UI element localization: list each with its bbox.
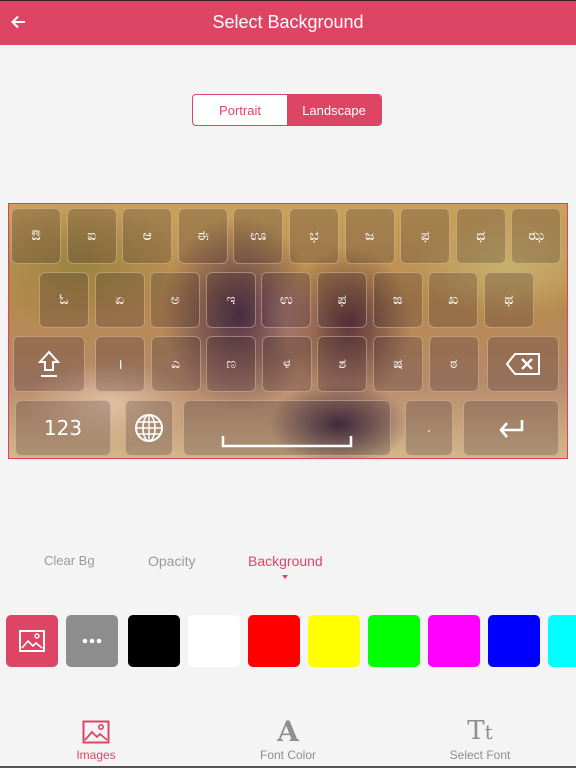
key[interactable]: ಶ [317, 336, 368, 392]
shift-key[interactable] [13, 336, 85, 392]
key-label: ಜ [364, 228, 375, 244]
key-label: ಧ [476, 228, 486, 244]
key[interactable]: ಧ [455, 208, 506, 264]
key[interactable]: ಐ [66, 208, 117, 264]
key-label: ಙ [392, 292, 403, 308]
key[interactable]: ಇ [205, 272, 256, 328]
color-swatch[interactable] [188, 615, 240, 667]
key[interactable]: ಓ [39, 272, 89, 328]
enter-key[interactable] [463, 400, 559, 456]
key[interactable]: ಉ [261, 272, 312, 328]
key-label: ಳ [282, 356, 291, 372]
key-label: ಶ [338, 356, 347, 372]
key-label: ಠ [449, 356, 458, 372]
portrait-option[interactable]: Portrait [193, 95, 287, 125]
key[interactable]: ಭ [289, 208, 339, 264]
top-app-bar: Select Background [0, 0, 576, 45]
key[interactable]: ಙ [372, 272, 423, 328]
tab-clear-bg[interactable]: Clear Bg [44, 553, 95, 568]
key-label: ಭ [309, 228, 319, 244]
key[interactable]: ಠ [428, 336, 479, 392]
key-label: 123 [43, 416, 83, 440]
key-label: ಓ [59, 292, 69, 308]
active-tab-caret [282, 575, 289, 579]
key-label: ಉ [279, 292, 293, 308]
key-label: ಈ [196, 228, 209, 244]
key-label: ಇ [226, 292, 236, 308]
space-bar-icon [221, 436, 353, 448]
key[interactable]: ಥ [483, 272, 534, 328]
key-label: ಖ [448, 292, 459, 308]
color-swatch[interactable] [368, 615, 420, 667]
key[interactable]: ಫ [317, 272, 367, 328]
image-icon [19, 630, 45, 652]
tab-opacity[interactable]: Opacity [148, 553, 195, 569]
key-label: ಏ [115, 292, 125, 308]
backspace-key[interactable] [487, 336, 559, 392]
key[interactable]: ಳ [261, 336, 312, 392]
key-label: ಷ [393, 356, 403, 372]
tab-background[interactable]: Background [248, 553, 323, 579]
key-label: . [427, 421, 431, 435]
shift-icon [37, 350, 61, 377]
key[interactable]: ಜ [344, 208, 395, 264]
color-swatch[interactable] [488, 615, 540, 667]
color-swatch[interactable] [308, 615, 360, 667]
globe-icon [135, 414, 163, 442]
key[interactable]: ಷ [373, 336, 423, 392]
nav-font-color-label: Font Color [259, 748, 317, 762]
key[interactable]: ಆ [122, 208, 173, 264]
key-label: ಊ [250, 228, 267, 244]
page-title: Select Background [212, 12, 364, 32]
backspace-icon [506, 353, 540, 375]
period-key[interactable]: . [405, 400, 453, 456]
key-label: ಔ [31, 228, 41, 244]
key[interactable]: ಝ [511, 208, 562, 264]
key-label: ಣ [226, 356, 237, 372]
space-key[interactable] [183, 400, 391, 456]
key-label: ಅ [170, 292, 180, 308]
key-label: ಫ [420, 228, 430, 244]
enter-icon [499, 420, 524, 438]
nav-images[interactable]: Images [36, 715, 156, 765]
key[interactable]: ಔ [11, 208, 61, 264]
key-label: ಐ [87, 228, 97, 244]
nav-select-font-label: Select Font [449, 748, 511, 762]
key[interactable]: ಖ [428, 272, 479, 328]
image-icon [82, 720, 110, 744]
key[interactable]: । [95, 336, 145, 392]
settings-tabs: Clear Bg Opacity Background [0, 553, 576, 583]
key[interactable]: ಫ [400, 208, 451, 264]
key-label: ಆ [142, 228, 152, 244]
pick-image-button[interactable] [6, 615, 58, 667]
color-swatch[interactable] [548, 615, 576, 667]
key-label: ಥ [504, 292, 514, 308]
keyboard-preview: ಔ ಐ ಆ ಈ ಊ ಭ ಜ ಫ ಧ ಝ ಓ ಏ ಅ ಇ ಉ ಫ ಙ ಖ ಥ । ಎ ಣ ಳ ಶ ಷ ಠ 123. [8, 203, 568, 459]
more-colors-button[interactable] [66, 615, 118, 667]
key[interactable]: ಊ [233, 208, 284, 264]
color-swatch[interactable] [428, 615, 480, 667]
key[interactable]: ಎ [150, 336, 201, 392]
nav-font-color[interactable]: A Font Color [228, 715, 348, 765]
key[interactable]: ಅ [150, 272, 201, 328]
more-dots-icon [82, 638, 102, 644]
color-swatch[interactable] [128, 615, 180, 667]
language-key[interactable] [125, 400, 173, 456]
color-swatch[interactable] [248, 615, 300, 667]
nav-select-font[interactable]: Tt Select Font [420, 715, 540, 765]
key[interactable]: ಈ [177, 208, 228, 264]
landscape-option[interactable]: Landscape [287, 95, 381, 125]
key[interactable]: ಣ [206, 336, 257, 392]
key-label: । [117, 356, 123, 373]
key-label: ಎ [171, 356, 181, 372]
numbers-key[interactable]: 123 [15, 400, 111, 456]
orientation-toggle: Portrait Landscape [192, 94, 382, 126]
key-label: ಫ [337, 292, 347, 308]
tab-background-label: Background [248, 553, 323, 569]
font-color-icon: A [277, 715, 299, 748]
key[interactable]: ಏ [94, 272, 145, 328]
key-label: ಝ [528, 228, 545, 244]
select-font-icon: Tt [467, 716, 493, 746]
nav-images-label: Images [76, 748, 116, 762]
